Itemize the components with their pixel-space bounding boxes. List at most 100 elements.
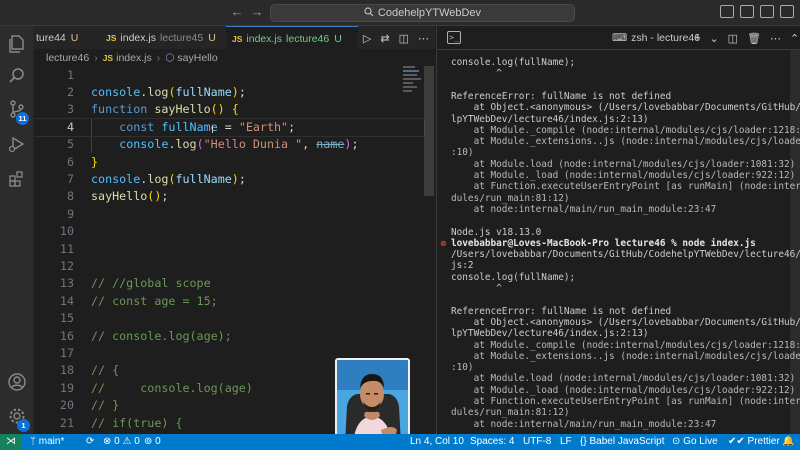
code-line[interactable]: 11 <box>34 241 424 258</box>
code-token: log <box>175 137 197 152</box>
breadcrumb-symbol[interactable]: sayHello <box>177 52 217 64</box>
code-line[interactable]: 5 console.log("Hello Dunia ", name); <box>34 136 424 153</box>
line-number: 11 <box>59 241 74 256</box>
line-number: 15 <box>59 311 74 326</box>
terminal-line: console.log(fullName); <box>451 57 575 68</box>
code-line[interactable]: 2 console.log(fullName); <box>34 84 424 101</box>
chevron-down-icon[interactable]: ⌄ <box>709 32 718 45</box>
terminal-icon[interactable]: >_ <box>447 31 461 44</box>
code-line[interactable]: 1 <box>34 67 424 84</box>
toggle-secondary-sidebar-icon[interactable] <box>760 5 774 18</box>
accounts-icon[interactable] <box>7 372 27 392</box>
code-token: ; <box>288 119 296 134</box>
code-line[interactable]: 9 <box>34 206 424 223</box>
indentation-setting[interactable]: Spaces: 4 <box>470 434 514 450</box>
split-terminal-icon[interactable]: ◫ <box>728 32 738 45</box>
problems-indicator[interactable]: ⊗ 0 ⚠ 0 <box>103 434 140 450</box>
terminal-line-text: Node.js v18.13.0 <box>451 226 542 238</box>
back-arrow-icon[interactable]: ← <box>229 4 245 20</box>
sync-icon[interactable]: ⟳ <box>86 434 94 450</box>
remote-indicator-icon[interactable]: ⋊ <box>0 434 22 450</box>
command-center-search[interactable]: CodehelpYTWebDev <box>270 4 575 22</box>
editor-scrollbar[interactable] <box>424 66 434 196</box>
terminal-line-text: lpYTWebDev/lecture46/index.js:2:13) <box>451 113 649 125</box>
new-terminal-plus-icon[interactable]: + <box>694 32 700 44</box>
run-debug-icon[interactable] <box>7 134 27 154</box>
line-number: 17 <box>59 345 74 360</box>
webcam-overlay <box>335 358 410 446</box>
ports-indicator[interactable]: ⊚ 0 <box>144 434 161 450</box>
code-token: // console.log(age); <box>91 328 232 343</box>
code-text: function sayHello() { <box>91 101 239 118</box>
breadcrumb-folder[interactable]: lecture46 <box>46 52 89 64</box>
code-line[interactable]: 16 // console.log(age); <box>34 328 424 345</box>
more-actions-icon[interactable]: ⋯ <box>770 32 781 45</box>
more-actions-icon[interactable]: ⋯ <box>418 32 429 45</box>
code-line[interactable]: 14 // const age = 15; <box>34 293 424 310</box>
compare-changes-icon[interactable]: ⇄ <box>380 32 389 45</box>
terminal-line: at Module._compile (node:internal/module… <box>451 125 800 136</box>
line-number: 10 <box>59 224 74 239</box>
line-number: 7 <box>66 171 74 186</box>
line-number: 5 <box>66 137 74 152</box>
terminal-line: lpYTWebDev/lecture46/index.js:2:13) <box>451 328 649 339</box>
explorer-icon[interactable] <box>7 34 27 54</box>
terminal-line: :10) <box>451 147 474 158</box>
code-token: const <box>119 119 162 134</box>
split-editor-icon[interactable]: ◫ <box>399 32 409 45</box>
kill-terminal-trash-icon[interactable]: 🗑 <box>747 32 761 45</box>
branch-indicator[interactable]: ᛘ main* <box>30 434 64 450</box>
line-number: 14 <box>59 293 74 308</box>
forward-arrow-icon[interactable]: → <box>249 4 265 20</box>
maximize-panel-icon[interactable]: ⌃ <box>790 32 799 45</box>
toggle-sidebar-icon[interactable] <box>720 5 734 18</box>
code-token: name <box>316 137 345 152</box>
code-line[interactable]: 7 console.log(fullName); <box>34 171 424 188</box>
tab-lecture44[interactable]: ture44 U <box>34 26 100 50</box>
terminal-line: at Module._load (node:internal/modules/c… <box>451 170 796 181</box>
code-line[interactable]: 12 <box>34 258 424 275</box>
terminal-line-text: console.log(fullName); <box>451 271 576 283</box>
terminal-tab[interactable]: ⌨ zsh - lecture46 <box>612 26 700 50</box>
code-line[interactable]: 15 <box>34 310 424 327</box>
terminal-output[interactable]: console.log(fullName); ^ ReferenceError: … <box>436 50 800 434</box>
code-token: // { <box>91 363 120 378</box>
language-mode[interactable]: {} Babel JavaScript <box>580 434 665 450</box>
breadcrumb-file[interactable]: index.js <box>116 52 152 64</box>
terminal-line: :10) <box>451 362 474 373</box>
broadcast-icon: ⊚ <box>144 436 156 447</box>
code-line[interactable]: 8 sayHello(); <box>34 188 424 205</box>
prettier-status[interactable]: ✔✔ Prettier <box>728 434 780 450</box>
go-live-button[interactable]: ⊙ Go Live <box>672 434 718 450</box>
minimap[interactable] <box>403 66 423 106</box>
terminal-line-text: at Object.<anonymous> (/Users/lovebabbar… <box>451 102 800 114</box>
encoding-setting[interactable]: UTF-8 <box>523 434 551 450</box>
terminal-line-text: /Users/lovebabbar/Documents/GitHub/Codeh… <box>451 249 800 261</box>
code-token: // if(true) { <box>91 415 183 430</box>
terminal-line: at Object.<anonymous> (/Users/lovebabbar… <box>451 317 800 328</box>
notifications-bell-icon[interactable]: 🔔 <box>782 434 794 450</box>
function-symbol-icon: ⬡ <box>165 52 175 64</box>
terminal-line-text: at Module._extensions..js (node:internal… <box>451 350 800 362</box>
javascript-file-icon: JS <box>102 53 114 63</box>
code-line[interactable]: 10 <box>34 223 424 240</box>
search-icon[interactable] <box>7 66 27 86</box>
run-file-icon[interactable]: ▷ <box>363 32 371 45</box>
tab-lecture46-index[interactable]: JS index.js lecture46 U <box>226 26 358 50</box>
tab-lecture45-index[interactable]: JS index.js lecture45 U <box>100 26 226 50</box>
line-number: 3 <box>66 102 74 117</box>
command-error-icon[interactable]: ⊗ <box>440 239 447 248</box>
code-line[interactable]: 4 const fullName = "Earth"; <box>34 117 425 138</box>
code-line[interactable]: 3 function sayHello() { <box>34 101 424 118</box>
cursor-position[interactable]: Ln 4, Col 10 <box>410 434 464 450</box>
extensions-icon[interactable] <box>7 169 27 189</box>
customize-layout-icon[interactable] <box>780 5 794 18</box>
eol-setting[interactable]: LF <box>560 434 572 450</box>
toggle-panel-icon[interactable] <box>740 5 754 18</box>
code-line[interactable]: 6} <box>34 154 424 171</box>
code-line[interactable]: 13 // //global scope <box>34 275 424 292</box>
terminal-line-text: at node:internal/main/run_main_module:23… <box>451 203 717 215</box>
code-text: // const age = 15; <box>91 293 218 310</box>
code-token: ; <box>351 137 359 152</box>
